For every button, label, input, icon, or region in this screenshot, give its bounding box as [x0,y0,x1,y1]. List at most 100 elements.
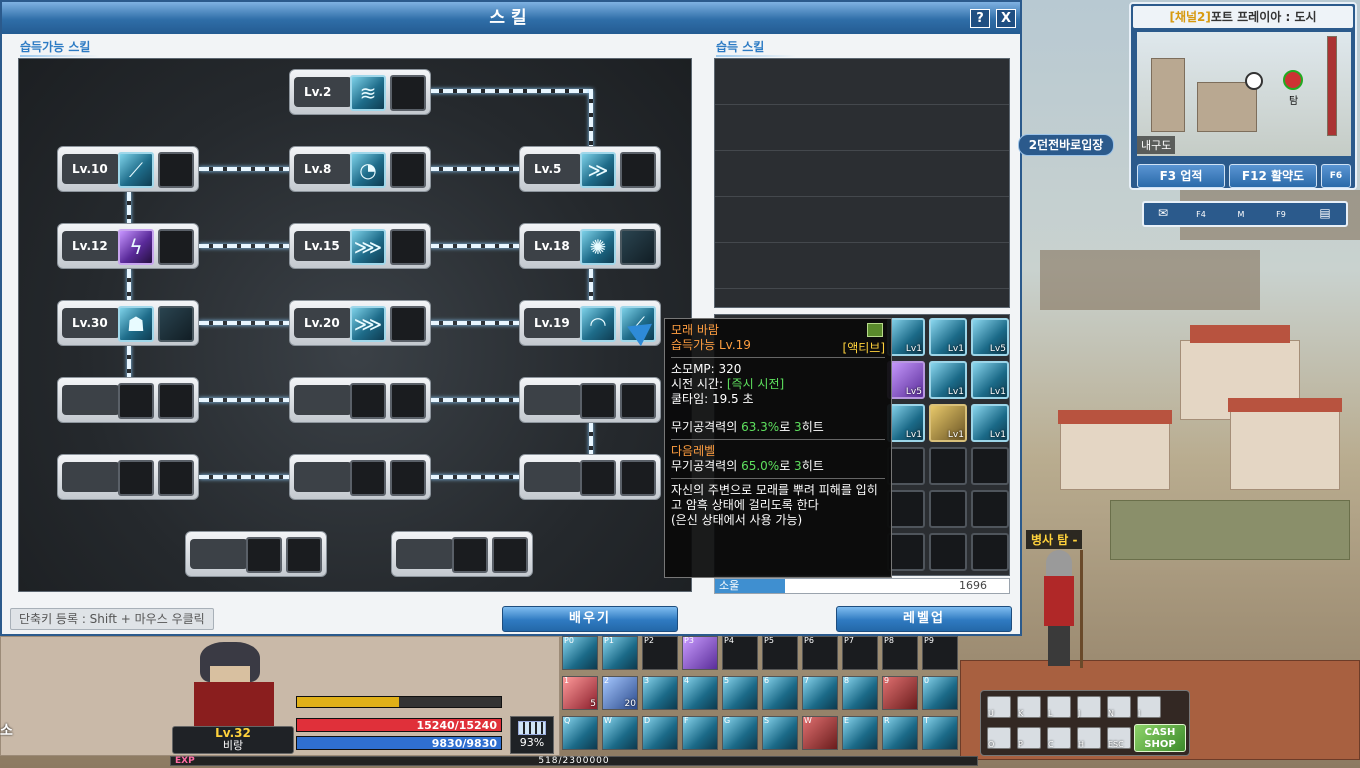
menu-key[interactable]: H [1077,727,1101,749]
hotkey-slot[interactable]: R [882,716,918,750]
skill-empty-slot[interactable] [620,460,656,496]
skill-slot[interactable]: Lv1 [971,404,1009,442]
skill-slot[interactable]: Lv1 [887,404,925,442]
menu-key[interactable]: N [1107,696,1131,718]
hotkey-slot[interactable]: P2 [642,636,678,670]
f6-button[interactable]: F6 [1321,164,1351,188]
skill-empty-slot[interactable] [246,537,282,573]
skill-icon-slot[interactable]: ϟ [118,229,154,265]
skill-empty-slot[interactable] [350,383,386,419]
skill-icon-slot[interactable]: ◠ [580,306,616,342]
menu-key[interactable]: I [1137,696,1161,718]
skill-icon-slot[interactable]: ◔ [350,152,386,188]
hotkey-slot[interactable]: F [682,716,718,750]
skill-empty-slot[interactable] [158,460,194,496]
hotkey-slot[interactable]: T [922,716,958,750]
skill-empty-slot[interactable] [390,383,426,419]
hotkey-slot[interactable]: 6 [762,676,798,710]
skill-node[interactable]: Lv.8 ◔ [289,146,431,192]
menu-key[interactable]: L [1047,696,1071,718]
clipboard-icon[interactable]: ▤ [1314,206,1336,224]
skill-window-title[interactable]: 스킬 [2,2,1020,34]
hotkey-slot[interactable]: 8 [842,676,878,710]
hotkey-slot[interactable]: W [802,716,838,750]
skill-empty-slot[interactable] [390,152,426,188]
hotkey-slot[interactable]: D [642,716,678,750]
skill-slot-empty[interactable] [929,533,967,571]
skill-empty-slot[interactable] [390,75,426,111]
skill-empty-slot[interactable] [118,460,154,496]
skill-empty-slot[interactable] [452,537,488,573]
skill-node-empty[interactable] [519,454,661,500]
skill-empty-slot[interactable] [390,460,426,496]
hotkey-slot[interactable]: 3 [642,676,678,710]
skill-node[interactable]: Lv.20 ⋙ [289,300,431,346]
skill-icon-slot[interactable]: ≋ [350,75,386,111]
skill-node-empty[interactable] [289,377,431,423]
skill-slot[interactable]: Lv1 [929,404,967,442]
hotkey-slot[interactable]: 5 [722,676,758,710]
skill-empty-slot[interactable] [580,383,616,419]
learned-skill-row[interactable] [715,243,1009,289]
hotkey-slot[interactable]: E [842,716,878,750]
hotkey-slot[interactable]: P3 [682,636,718,670]
skill-empty-slot[interactable] [620,383,656,419]
skill-node-empty[interactable] [519,377,661,423]
learned-skill-row[interactable] [715,197,1009,243]
map-icon[interactable]: M [1230,206,1252,224]
skill-icon-slot[interactable]: ⋙ [350,306,386,342]
hotkey-slot[interactable]: G [722,716,758,750]
skill-node[interactable]: Lv.2 ≋ [289,69,431,115]
cash-shop-button[interactable]: CASH SHOP [1134,724,1186,752]
skill-empty-slot[interactable] [158,229,194,265]
hotkey-slot[interactable]: P8 [882,636,918,670]
skill-icon-slot[interactable]: ≫ [580,152,616,188]
skill-empty-slot[interactable] [350,460,386,496]
skill-node[interactable]: Lv.30 ☗ [57,300,199,346]
skill-slot-empty[interactable] [887,533,925,571]
skill-node[interactable]: Lv.10 ⟋ [57,146,199,192]
skill-node-empty[interactable] [185,531,327,577]
mail-icon[interactable]: ✉ [1152,206,1174,224]
skill-slot[interactable]: Lv1 [929,361,967,399]
skill-node-empty[interactable] [57,454,199,500]
skill-node-empty[interactable] [391,531,533,577]
skill-node[interactable]: Lv.12 ϟ [57,223,199,269]
hotkey-slot[interactable]: P1 [602,636,638,670]
hotkey-slot[interactable]: W [602,716,638,750]
menu-key[interactable]: ESC [1107,727,1131,749]
skill-slot-empty[interactable] [887,490,925,528]
hotkey-slot[interactable]: Q [562,716,598,750]
learn-button[interactable]: 배우기 [502,606,678,632]
skill-slot-empty[interactable] [929,447,967,485]
tools-icon[interactable]: F4 [1190,206,1212,224]
hotkey-slot[interactable]: 7 [802,676,838,710]
npc-soldier[interactable] [1032,550,1088,668]
menu-key[interactable]: O [987,727,1011,749]
skill-locked-slot[interactable] [158,306,194,342]
hotkey-slot[interactable]: S [762,716,798,750]
activity-button[interactable]: F12 활약도 [1229,164,1317,188]
skill-locked-slot[interactable] [620,229,656,265]
skill-node-empty[interactable] [289,454,431,500]
dungeon-entry-button[interactable]: 2던전바로입장 [1018,134,1114,156]
hotkey-slot[interactable]: P9 [922,636,958,670]
minimap-title[interactable]: [채널2]포트 프레이아 : 도시 [1133,6,1353,28]
hotkey-slot[interactable]: 15 [562,676,598,710]
help-button[interactable]: ? [970,9,990,28]
skill-slot-empty[interactable] [971,490,1009,528]
menu-key[interactable]: K [1017,696,1041,718]
skill-slot-empty[interactable] [971,533,1009,571]
skill-empty-slot[interactable] [286,537,322,573]
skill-icon-slot[interactable]: ☗ [118,306,154,342]
hotkey-slot[interactable]: P6 [802,636,838,670]
learned-skill-row[interactable] [715,151,1009,197]
skill-node-empty[interactable] [57,377,199,423]
menu-key[interactable]: P [1017,727,1041,749]
skill-icon-slot[interactable]: ⟋ [118,152,154,188]
skill-node[interactable]: Lv.15 ⋙ [289,223,431,269]
hotkey-slot[interactable]: P7 [842,636,878,670]
skill-empty-slot[interactable] [158,383,194,419]
hotkey-slot[interactable]: P0 [562,636,598,670]
hotkey-slot[interactable]: 9 [882,676,918,710]
